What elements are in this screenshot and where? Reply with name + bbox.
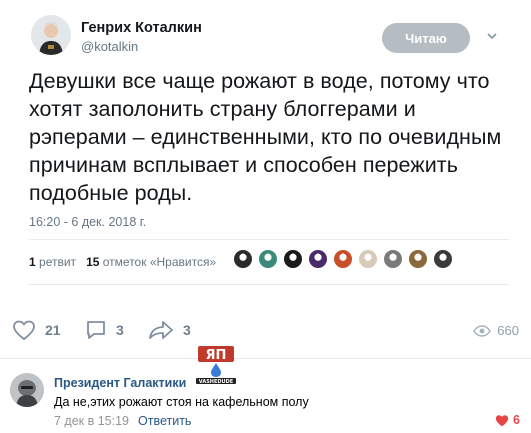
comment-icon (87, 321, 105, 339)
comment-count: 3 (116, 322, 124, 338)
divider (29, 239, 509, 240)
watermark-top-text: ЯП (206, 348, 227, 363)
liker-avatar[interactable] (433, 249, 453, 269)
author-handle[interactable]: @kotalkin (81, 39, 138, 54)
post-actions-bar: 21 3 3 660 (0, 315, 531, 345)
like-button[interactable]: 21 (12, 315, 61, 345)
liker-avatar[interactable] (283, 249, 303, 269)
share-icon (149, 321, 173, 339)
comment-button[interactable]: 3 (85, 315, 124, 345)
liker-avatar[interactable] (408, 249, 428, 269)
likers-avatars[interactable] (233, 249, 458, 273)
author-avatar[interactable] (31, 15, 71, 55)
share-button[interactable]: 3 (148, 315, 191, 345)
retweets-label[interactable]: ретвит (39, 255, 76, 269)
liker-avatar[interactable] (358, 249, 378, 269)
heart-filled-icon (495, 414, 509, 426)
liker-avatar[interactable] (333, 249, 353, 269)
comment-date[interactable]: 7 дек в 15:19 (54, 414, 129, 428)
divider (0, 358, 531, 359)
like-count: 21 (45, 322, 61, 338)
eye-icon (473, 324, 492, 337)
comment-like-count: 6 (513, 413, 520, 427)
likes-count[interactable]: 15 (86, 255, 99, 269)
liker-avatar[interactable] (383, 249, 403, 269)
tweet-stats: 1 ретвит 15 отметок «Нравится» (29, 255, 216, 269)
author-name[interactable]: Генрих Коталкин (81, 20, 202, 36)
views-count: 660 (497, 323, 519, 338)
comment-author-avatar[interactable] (10, 373, 44, 407)
reply-link[interactable]: Ответить (138, 414, 191, 428)
heart-icon (13, 320, 35, 341)
watermark-logo: ЯП VASHEDUDE (196, 346, 236, 385)
watermark-bottom-text: VASHEDUDE (199, 379, 234, 385)
divider (29, 284, 509, 285)
comment-like-button[interactable]: 6 (495, 413, 520, 427)
tweet-timestamp[interactable]: 16:20 - 6 дек. 2018 г. (29, 215, 146, 229)
chevron-down-icon[interactable] (484, 28, 500, 44)
liker-avatar[interactable] (258, 249, 278, 269)
share-count: 3 (183, 322, 191, 338)
liker-avatar[interactable] (233, 249, 253, 269)
views-counter: 660 (473, 323, 519, 338)
tweet-text: Девушки все чаще рожают в воде, потому ч… (29, 69, 502, 205)
retweets-count[interactable]: 1 (29, 255, 36, 269)
comment-author-name[interactable]: Президент Галактики (54, 376, 186, 390)
likes-label[interactable]: отметок «Нравится» (103, 255, 216, 269)
comment-text: Да не,этих рожают стоя на кафельном полу (54, 395, 309, 409)
tweet-card: Генрих Коталкин @kotalkin Читаю Девушки … (22, 0, 515, 300)
following-button[interactable]: Читаю (382, 23, 470, 53)
liker-avatar[interactable] (308, 249, 328, 269)
